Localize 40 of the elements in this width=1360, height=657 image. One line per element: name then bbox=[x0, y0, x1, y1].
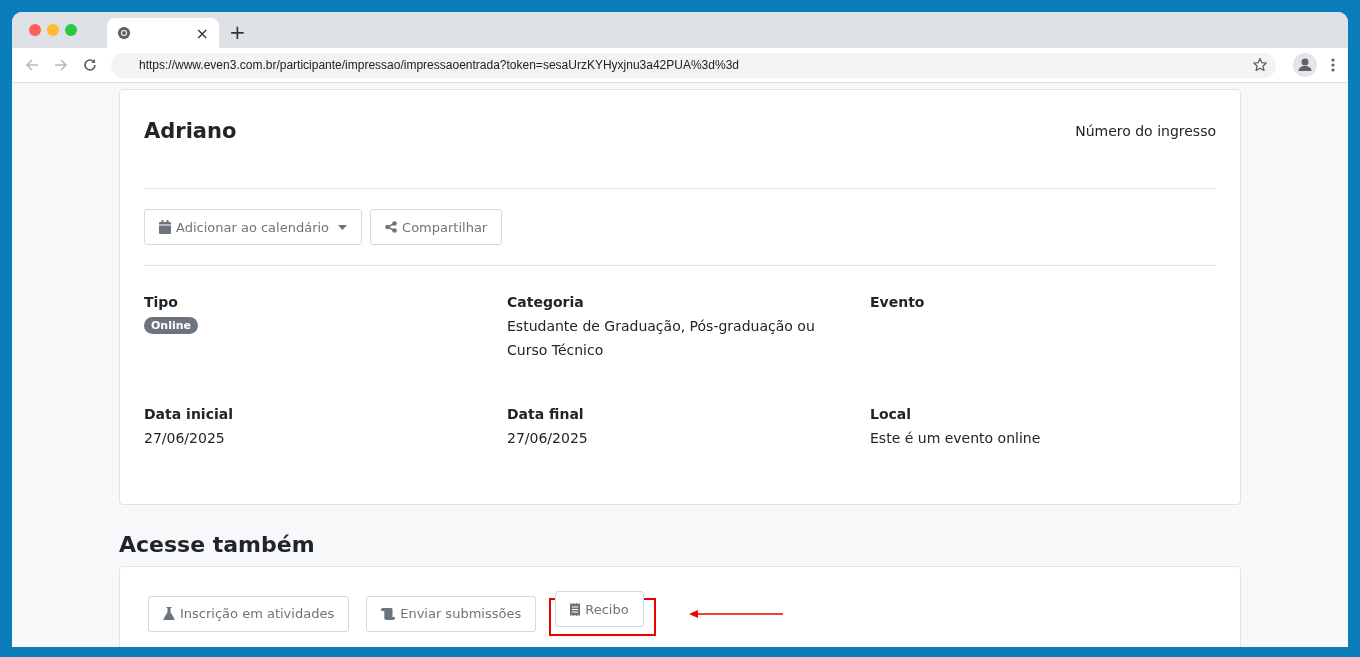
field-value: 27/06/2025 bbox=[144, 429, 226, 448]
url-text: https://www.even3.com.br/participante/impressao/impressaoentrada?token=sesaUrzKYHyxjnu3a42PUA%3d%3d bbox=[139, 58, 739, 72]
reload-icon[interactable] bbox=[82, 57, 98, 73]
share-button[interactable]: Compartilhar bbox=[370, 209, 503, 245]
submissions-button[interactable]: Enviar submissões bbox=[366, 595, 537, 632]
tab-close-button[interactable]: × bbox=[195, 23, 209, 43]
scroll-icon bbox=[381, 607, 396, 620]
field-value: 27/06/2025 bbox=[507, 429, 589, 448]
back-arrow-icon[interactable] bbox=[24, 57, 40, 73]
browser-logo-icon bbox=[117, 26, 131, 40]
caret-icon bbox=[338, 224, 348, 230]
receipt-icon bbox=[570, 602, 581, 616]
minimize-window-button[interactable] bbox=[47, 24, 59, 36]
participant-name: Adriano bbox=[144, 119, 237, 143]
field-label: Evento bbox=[870, 294, 926, 310]
receipt-button[interactable]: Recibo bbox=[555, 591, 644, 627]
field-label: Local bbox=[870, 406, 913, 422]
field-label: Categoria bbox=[507, 294, 585, 310]
address-bar[interactable]: https://www.even3.com.br/participante/impressao/impressaoentrada?token=sesaUrzKYHyxjnu3a42PUA%3d%3d bbox=[111, 52, 1276, 78]
activities-button[interactable]: Inscrição em atividades bbox=[148, 595, 350, 632]
profile-avatar-icon[interactable] bbox=[1293, 53, 1317, 77]
calendar-icon bbox=[159, 220, 171, 234]
field-label: Data inicial bbox=[144, 406, 234, 422]
flask-icon bbox=[163, 607, 175, 620]
share-icon bbox=[385, 221, 398, 233]
new-tab-button[interactable]: + bbox=[229, 20, 246, 44]
type-badge: Online bbox=[144, 317, 198, 334]
field-label: Data final bbox=[507, 406, 585, 422]
field-label: Tipo bbox=[144, 294, 179, 310]
field-value: Estudante de Graduação, Pós-graduação ou Curso Técnico bbox=[507, 317, 816, 360]
maximize-window-button[interactable] bbox=[65, 24, 77, 36]
browser-tab[interactable]: × bbox=[107, 18, 219, 48]
add-to-calendar-button[interactable]: Adicionar ao calendário bbox=[144, 209, 363, 245]
forward-arrow-icon[interactable] bbox=[53, 57, 69, 73]
close-window-button[interactable] bbox=[29, 24, 41, 36]
ticket-number-label: Número do ingresso bbox=[1075, 123, 1216, 139]
star-icon[interactable] bbox=[1252, 57, 1268, 73]
field-value: Este é um evento online bbox=[870, 429, 1042, 448]
section-heading: Acesse também bbox=[119, 532, 316, 557]
menu-icon[interactable] bbox=[1330, 57, 1336, 73]
